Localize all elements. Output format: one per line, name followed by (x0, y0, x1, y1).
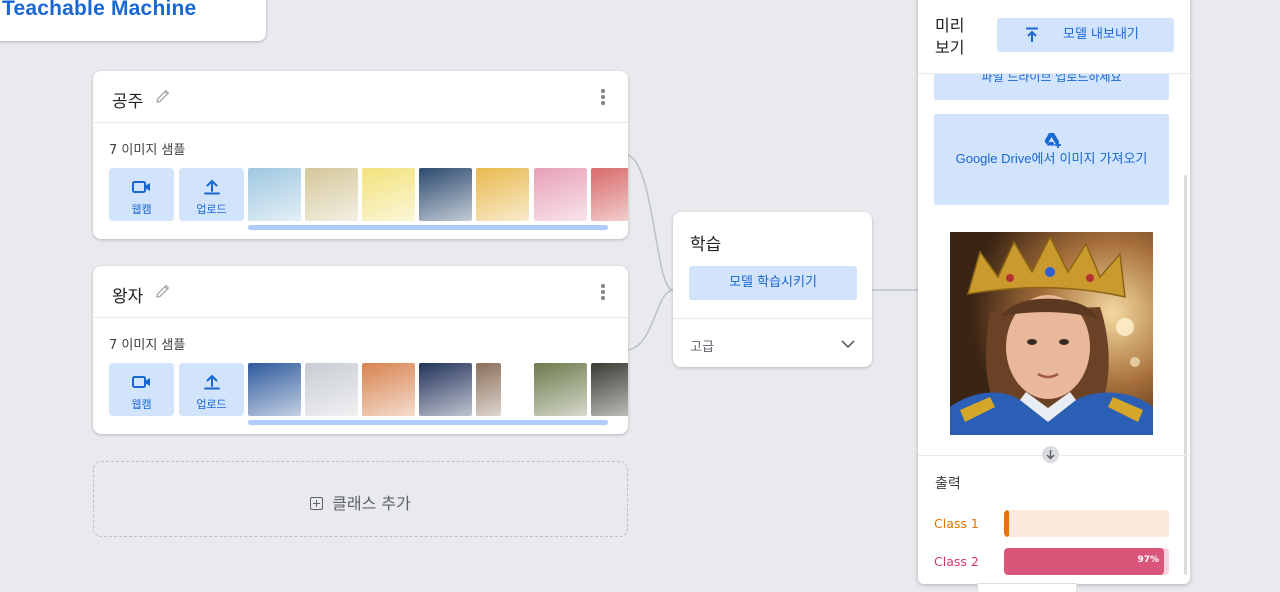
add-box-icon (310, 497, 324, 510)
preview-scrollbar[interactable] (1184, 175, 1187, 575)
more-vert-icon[interactable] (600, 89, 606, 107)
sample-thumbnail[interactable] (476, 168, 529, 221)
class-card-header: 공주 (93, 71, 628, 123)
class-name[interactable]: 공주 (112, 87, 143, 112)
sample-thumbnails (248, 363, 628, 416)
sample-thumbnail[interactable] (248, 168, 301, 221)
webcam-label: 웹캠 (131, 203, 152, 216)
class-card-2: 왕자 7 이미지 샘플 웹캠 업로드 (93, 266, 628, 434)
upload-button[interactable]: 업로드 (179, 363, 244, 416)
camera-icon (132, 181, 150, 193)
sample-thumbnails (248, 168, 628, 221)
output-title: 출력 (935, 476, 961, 492)
training-title: 학습 (690, 235, 722, 255)
upload-label: 업로드 (196, 398, 227, 411)
class-name[interactable]: 왕자 (112, 282, 143, 307)
arrow-down-icon (1042, 446, 1059, 463)
class-card-header: 왕자 (93, 266, 628, 318)
pencil-icon[interactable] (154, 282, 172, 300)
logo-card: Teachable Machine (0, 0, 266, 41)
google-drive-button[interactable]: Google Drive에서 이미지 가져오기 (934, 114, 1169, 205)
sample-thumbnail[interactable] (591, 363, 628, 416)
add-class-button[interactable]: 클래스 추가 (93, 461, 628, 537)
sample-thumbnail[interactable] (248, 363, 301, 416)
sample-thumbnail[interactable] (476, 363, 501, 416)
thumbnail-scrollbar[interactable] (248, 225, 608, 230)
sample-thumbnail[interactable] (305, 168, 358, 221)
export-model-label: 모델 내보내기 (1063, 27, 1139, 42)
result-label-class-1: Class 1 (934, 516, 979, 531)
sample-thumbnail[interactable] (534, 168, 587, 221)
train-model-button[interactable]: 모델 학습시키기 (689, 266, 857, 300)
google-drive-add-icon (1044, 133, 1061, 148)
result-label-class-2: Class 2 (934, 554, 979, 569)
bottom-tab[interactable] (977, 583, 1077, 592)
webcam-label: 웹캠 (131, 398, 152, 411)
result-bar-class-2: 97% (1004, 548, 1169, 575)
advanced-toggle[interactable]: 고급 (690, 336, 714, 355)
chevron-down-icon[interactable] (840, 336, 856, 352)
class-card-1: 공주 7 이미지 샘플 웹캠 업로드 (93, 71, 628, 239)
google-drive-brand: Google Drive (955, 151, 1032, 166)
upload-icon (204, 179, 220, 195)
sample-thumbnail[interactable] (419, 363, 472, 416)
thumbnail-scrollbar[interactable] (248, 420, 608, 425)
training-card: 학습 모델 학습시키기 고급 (673, 212, 872, 367)
google-drive-label: 에서 이미지 가져오기 (1031, 152, 1148, 167)
camera-icon (132, 376, 150, 388)
sample-thumbnail[interactable] (419, 168, 472, 221)
export-model-button[interactable]: 모델 내보내기 (997, 18, 1174, 52)
divider (673, 318, 872, 319)
result-bar-class-1 (1004, 510, 1169, 537)
preview-image (950, 232, 1153, 435)
result-bar-fill (1004, 510, 1009, 537)
pencil-icon[interactable] (154, 87, 172, 105)
add-class-label: 클래스 추가 (332, 494, 411, 513)
app-logo[interactable]: Teachable Machine (2, 0, 196, 21)
upload-icon (1026, 27, 1038, 42)
preview-header: 미리 보기 모델 내보내기 (918, 0, 1190, 74)
upload-icon (204, 374, 220, 390)
sample-thumbnail[interactable] (362, 168, 415, 221)
webcam-button[interactable]: 웹캠 (109, 363, 174, 416)
more-vert-icon[interactable] (600, 284, 606, 302)
sample-thumbnail[interactable] (591, 168, 628, 221)
upload-label: 업로드 (196, 203, 227, 216)
preview-panel: 파일 드라이브 업로드하세요 미리 보기 모델 내보내기 Google Driv… (918, 0, 1190, 584)
sample-count: 7 이미지 샘플 (109, 143, 186, 158)
sample-thumbnail[interactable] (305, 363, 358, 416)
sample-thumbnail[interactable] (534, 363, 587, 416)
upload-button[interactable]: 업로드 (179, 168, 244, 221)
webcam-button[interactable]: 웹캠 (109, 168, 174, 221)
sample-count: 7 이미지 샘플 (109, 338, 186, 353)
preview-title: 미리 보기 (935, 16, 965, 57)
sample-thumbnail[interactable] (362, 363, 415, 416)
result-percent: 97% (1137, 555, 1159, 565)
